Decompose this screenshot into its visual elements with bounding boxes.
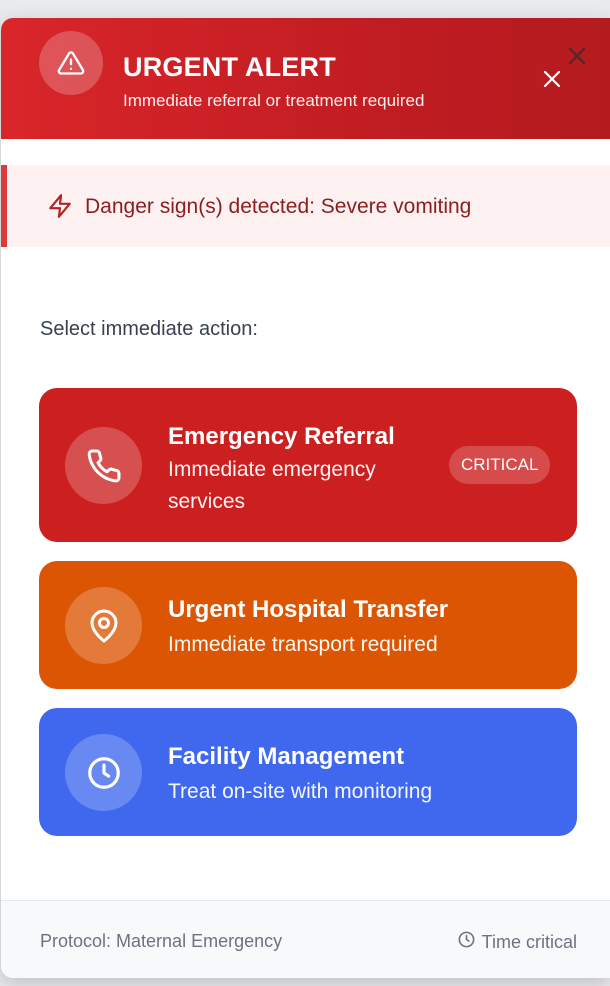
alert-subtitle: Immediate referral or treatment required [123, 91, 425, 110]
emergency-referral-button[interactable]: Emergency Referral Immediate emergency s… [39, 388, 577, 542]
urgent-alert-modal: URGENT ALERT Immediate referral or treat… [1, 18, 610, 978]
lightning-icon [47, 192, 73, 220]
danger-sign-banner: Danger sign(s) detected: Severe vomiting [1, 165, 610, 247]
clock-icon [457, 930, 482, 954]
alert-header: URGENT ALERT Immediate referral or treat… [1, 18, 610, 139]
urgent-hospital-transfer-button[interactable]: Urgent Hospital Transfer Immediate trans… [39, 561, 577, 689]
action-title: Facility Management [168, 743, 405, 770]
action-description: Immediate emergency services [168, 458, 376, 513]
alert-title: URGENT ALERT [123, 52, 336, 82]
protocol-label: Protocol: Maternal Emergency [40, 931, 283, 951]
alert-triangle-icon [39, 31, 103, 95]
action-description: Immediate transport required [168, 633, 438, 656]
modal-footer: Protocol: Maternal Emergency Time critic… [1, 900, 610, 978]
danger-sign-text: Danger sign(s) detected: Severe vomiting [85, 195, 472, 218]
action-section-label: Select immediate action: [40, 318, 258, 340]
action-title: Urgent Hospital Transfer [168, 596, 449, 623]
facility-management-button[interactable]: Facility Management Treat on-site with m… [39, 708, 577, 836]
clock-icon [65, 734, 142, 811]
action-title: Emergency Referral [168, 423, 395, 450]
time-critical-label: Time critical [457, 930, 577, 954]
critical-badge: CRITICAL [449, 446, 551, 484]
map-pin-icon [65, 587, 142, 664]
close-button[interactable] [567, 46, 587, 66]
phone-icon [65, 427, 142, 504]
close-icon[interactable] [541, 68, 563, 90]
action-description: Treat on-site with monitoring [168, 780, 433, 803]
time-critical-text: Time critical [481, 931, 577, 952]
